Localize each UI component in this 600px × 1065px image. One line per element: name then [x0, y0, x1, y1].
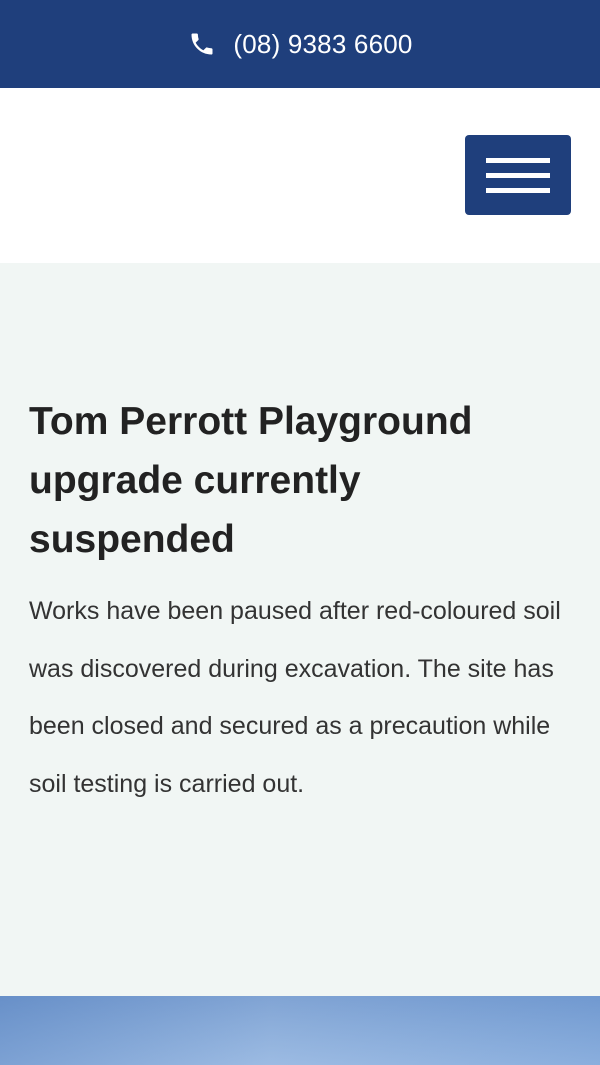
notice-section: Tom Perrott Playground upgrade currently… [0, 263, 600, 996]
notice-title: Tom Perrott Playground upgrade currently… [29, 400, 473, 561]
hamburger-icon-bar [486, 187, 550, 193]
phone-link[interactable]: (08) 9383 6600 [0, 0, 600, 88]
notice-body: Works have been paused after red-coloure… [29, 597, 561, 798]
hero-image [0, 996, 600, 1065]
hamburger-icon-bar [486, 172, 550, 178]
site-header [0, 88, 600, 263]
phone-icon [187, 29, 217, 59]
phone-number: (08) 9383 6600 [233, 28, 413, 59]
menu-button[interactable] [465, 135, 571, 215]
hamburger-icon [486, 157, 550, 163]
